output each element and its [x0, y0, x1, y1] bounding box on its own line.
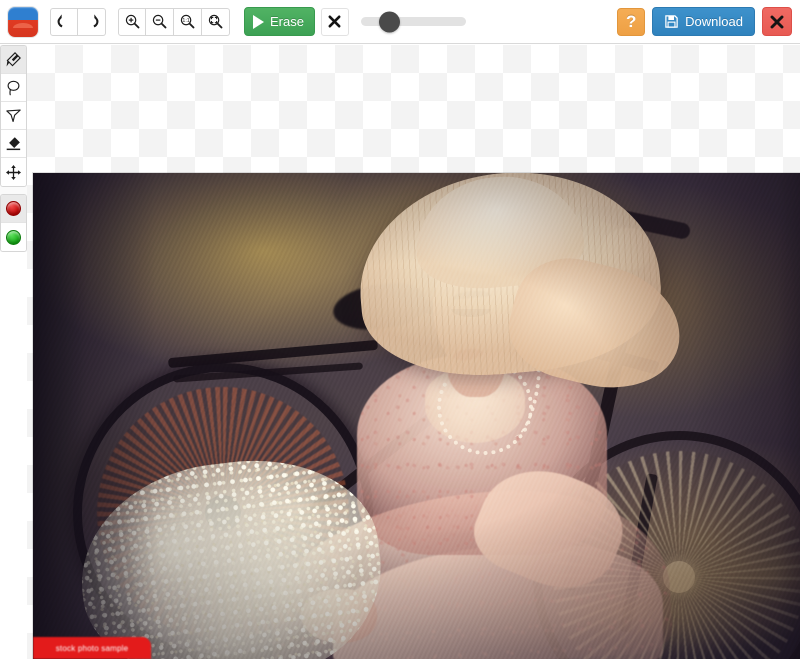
green-dot-icon [6, 230, 21, 245]
eraser-icon [5, 135, 22, 152]
tool-rail [0, 45, 27, 252]
marker-color-group [0, 194, 27, 252]
download-button-label: Download [685, 14, 743, 29]
svg-text:1:1: 1:1 [182, 18, 189, 24]
top-toolbar: 1:1 Erase [0, 0, 800, 44]
brush-size-slider[interactable] [361, 8, 466, 36]
polygon-lasso-icon [5, 107, 22, 124]
zoom-button-group: 1:1 [118, 8, 230, 36]
close-x-icon [327, 14, 342, 29]
history-button-group [50, 8, 106, 36]
app-root: 1:1 Erase [0, 0, 800, 659]
brush-size-slider-handle[interactable] [379, 11, 400, 32]
app-logo-icon[interactable] [8, 7, 38, 37]
zoom-actual-size-button[interactable]: 1:1 [174, 8, 202, 36]
close-window-button[interactable] [762, 7, 792, 36]
move-arrows-icon [5, 164, 22, 181]
red-dot-icon [6, 201, 21, 216]
move-tool-button[interactable] [1, 158, 26, 186]
zoom-in-button[interactable] [118, 8, 146, 36]
help-button-label: ? [626, 12, 636, 32]
watermark-banner: stock photo sample [33, 637, 151, 659]
save-disk-icon [664, 14, 679, 29]
editor-canvas[interactable]: stock photo sample [27, 45, 800, 659]
lasso-tool-button[interactable] [1, 74, 26, 102]
drawing-tools-group [0, 45, 27, 187]
zoom-fit-icon [207, 13, 224, 30]
download-button[interactable]: Download [652, 7, 755, 36]
cancel-button[interactable] [321, 8, 349, 36]
redo-button[interactable] [78, 8, 106, 36]
undo-button[interactable] [50, 8, 78, 36]
remove-marker-button[interactable] [1, 195, 26, 223]
zoom-out-button[interactable] [146, 8, 174, 36]
erase-button-label: Erase [270, 14, 304, 29]
erase-button[interactable]: Erase [244, 7, 315, 36]
zoom-in-icon [124, 13, 141, 30]
zoom-one-to-one-icon: 1:1 [179, 13, 196, 30]
marker-tool-button[interactable] [1, 46, 26, 74]
image-grain [33, 173, 800, 659]
keep-marker-button[interactable] [1, 223, 26, 251]
zoom-out-icon [151, 13, 168, 30]
zoom-fit-button[interactable] [202, 8, 230, 36]
undo-icon [56, 13, 73, 30]
lasso-icon [5, 79, 22, 96]
redo-icon [83, 13, 100, 30]
eraser-tool-button[interactable] [1, 130, 26, 158]
brush-size-slider-track [361, 17, 466, 26]
source-image[interactable]: stock photo sample [33, 173, 800, 659]
marker-icon [5, 51, 22, 68]
play-icon [253, 15, 264, 29]
close-icon [769, 14, 785, 30]
polygon-lasso-tool-button[interactable] [1, 102, 26, 130]
help-button[interactable]: ? [617, 8, 645, 36]
